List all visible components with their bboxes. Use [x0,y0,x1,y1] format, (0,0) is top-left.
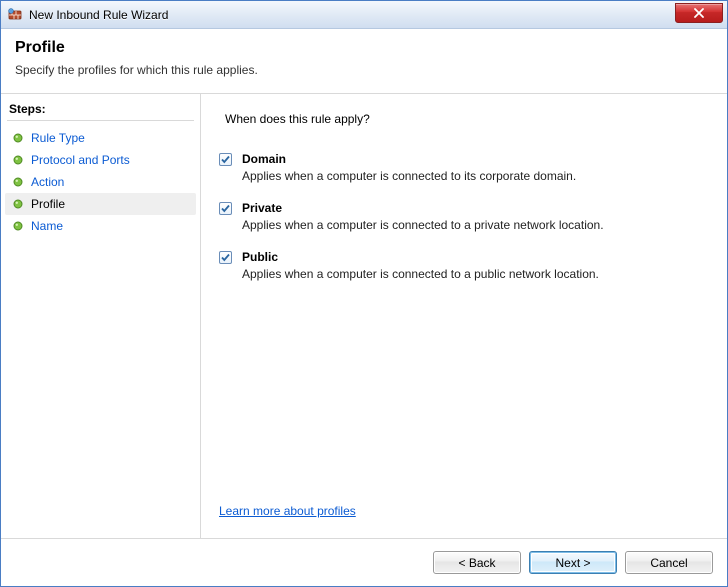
wizard-footer: < Back Next > Cancel [1,538,727,586]
step-label: Action [31,175,64,189]
option-public: Public Applies when a computer is connec… [219,250,709,281]
checkbox-public[interactable] [219,251,232,264]
step-name[interactable]: Name [5,215,196,237]
close-icon [693,8,705,18]
step-label: Protocol and Ports [31,153,130,167]
option-label: Private [242,201,282,215]
step-protocol-and-ports[interactable]: Protocol and Ports [5,149,196,171]
option-description: Applies when a computer is connected to … [242,218,709,232]
step-label: Profile [31,197,65,211]
option-description: Applies when a computer is connected to … [242,267,709,281]
step-rule-type[interactable]: Rule Type [5,127,196,149]
bullet-icon [13,177,23,187]
option-label: Public [242,250,278,264]
learn-more-row: Learn more about profiles [219,504,709,518]
firewall-icon [7,7,23,23]
main-panel: When does this rule apply? Domain Applie… [201,94,727,538]
window-title: New Inbound Rule Wizard [29,8,675,22]
checkbox-private[interactable] [219,202,232,215]
titlebar: New Inbound Rule Wizard [1,1,727,29]
page-subtitle: Specify the profiles for which this rule… [15,63,713,77]
checkbox-domain[interactable] [219,153,232,166]
page-title: Profile [15,39,713,57]
steps-heading: Steps: [5,102,196,120]
bullet-icon [13,155,23,165]
step-profile[interactable]: Profile [5,193,196,215]
next-button[interactable]: Next > [529,551,617,574]
close-button[interactable] [675,3,723,23]
steps-sidebar: Steps: Rule Type Protocol and Ports Acti… [1,94,201,538]
profile-question: When does this rule apply? [225,112,709,126]
wizard-body: Steps: Rule Type Protocol and Ports Acti… [1,94,727,538]
wizard-window: New Inbound Rule Wizard Profile Specify … [0,0,728,587]
option-domain: Domain Applies when a computer is connec… [219,152,709,183]
checkmark-icon [220,203,231,214]
learn-more-link[interactable]: Learn more about profiles [219,504,356,518]
checkmark-icon [220,252,231,263]
bullet-icon [13,221,23,231]
option-label: Domain [242,152,286,166]
cancel-button[interactable]: Cancel [625,551,713,574]
bullet-icon [13,199,23,209]
page-header: Profile Specify the profiles for which t… [1,29,727,94]
checkmark-icon [220,154,231,165]
back-button[interactable]: < Back [433,551,521,574]
bullet-icon [13,133,23,143]
step-action[interactable]: Action [5,171,196,193]
option-private: Private Applies when a computer is conne… [219,201,709,232]
step-label: Rule Type [31,131,85,145]
option-description: Applies when a computer is connected to … [242,169,709,183]
step-label: Name [31,219,63,233]
steps-separator [7,120,194,121]
